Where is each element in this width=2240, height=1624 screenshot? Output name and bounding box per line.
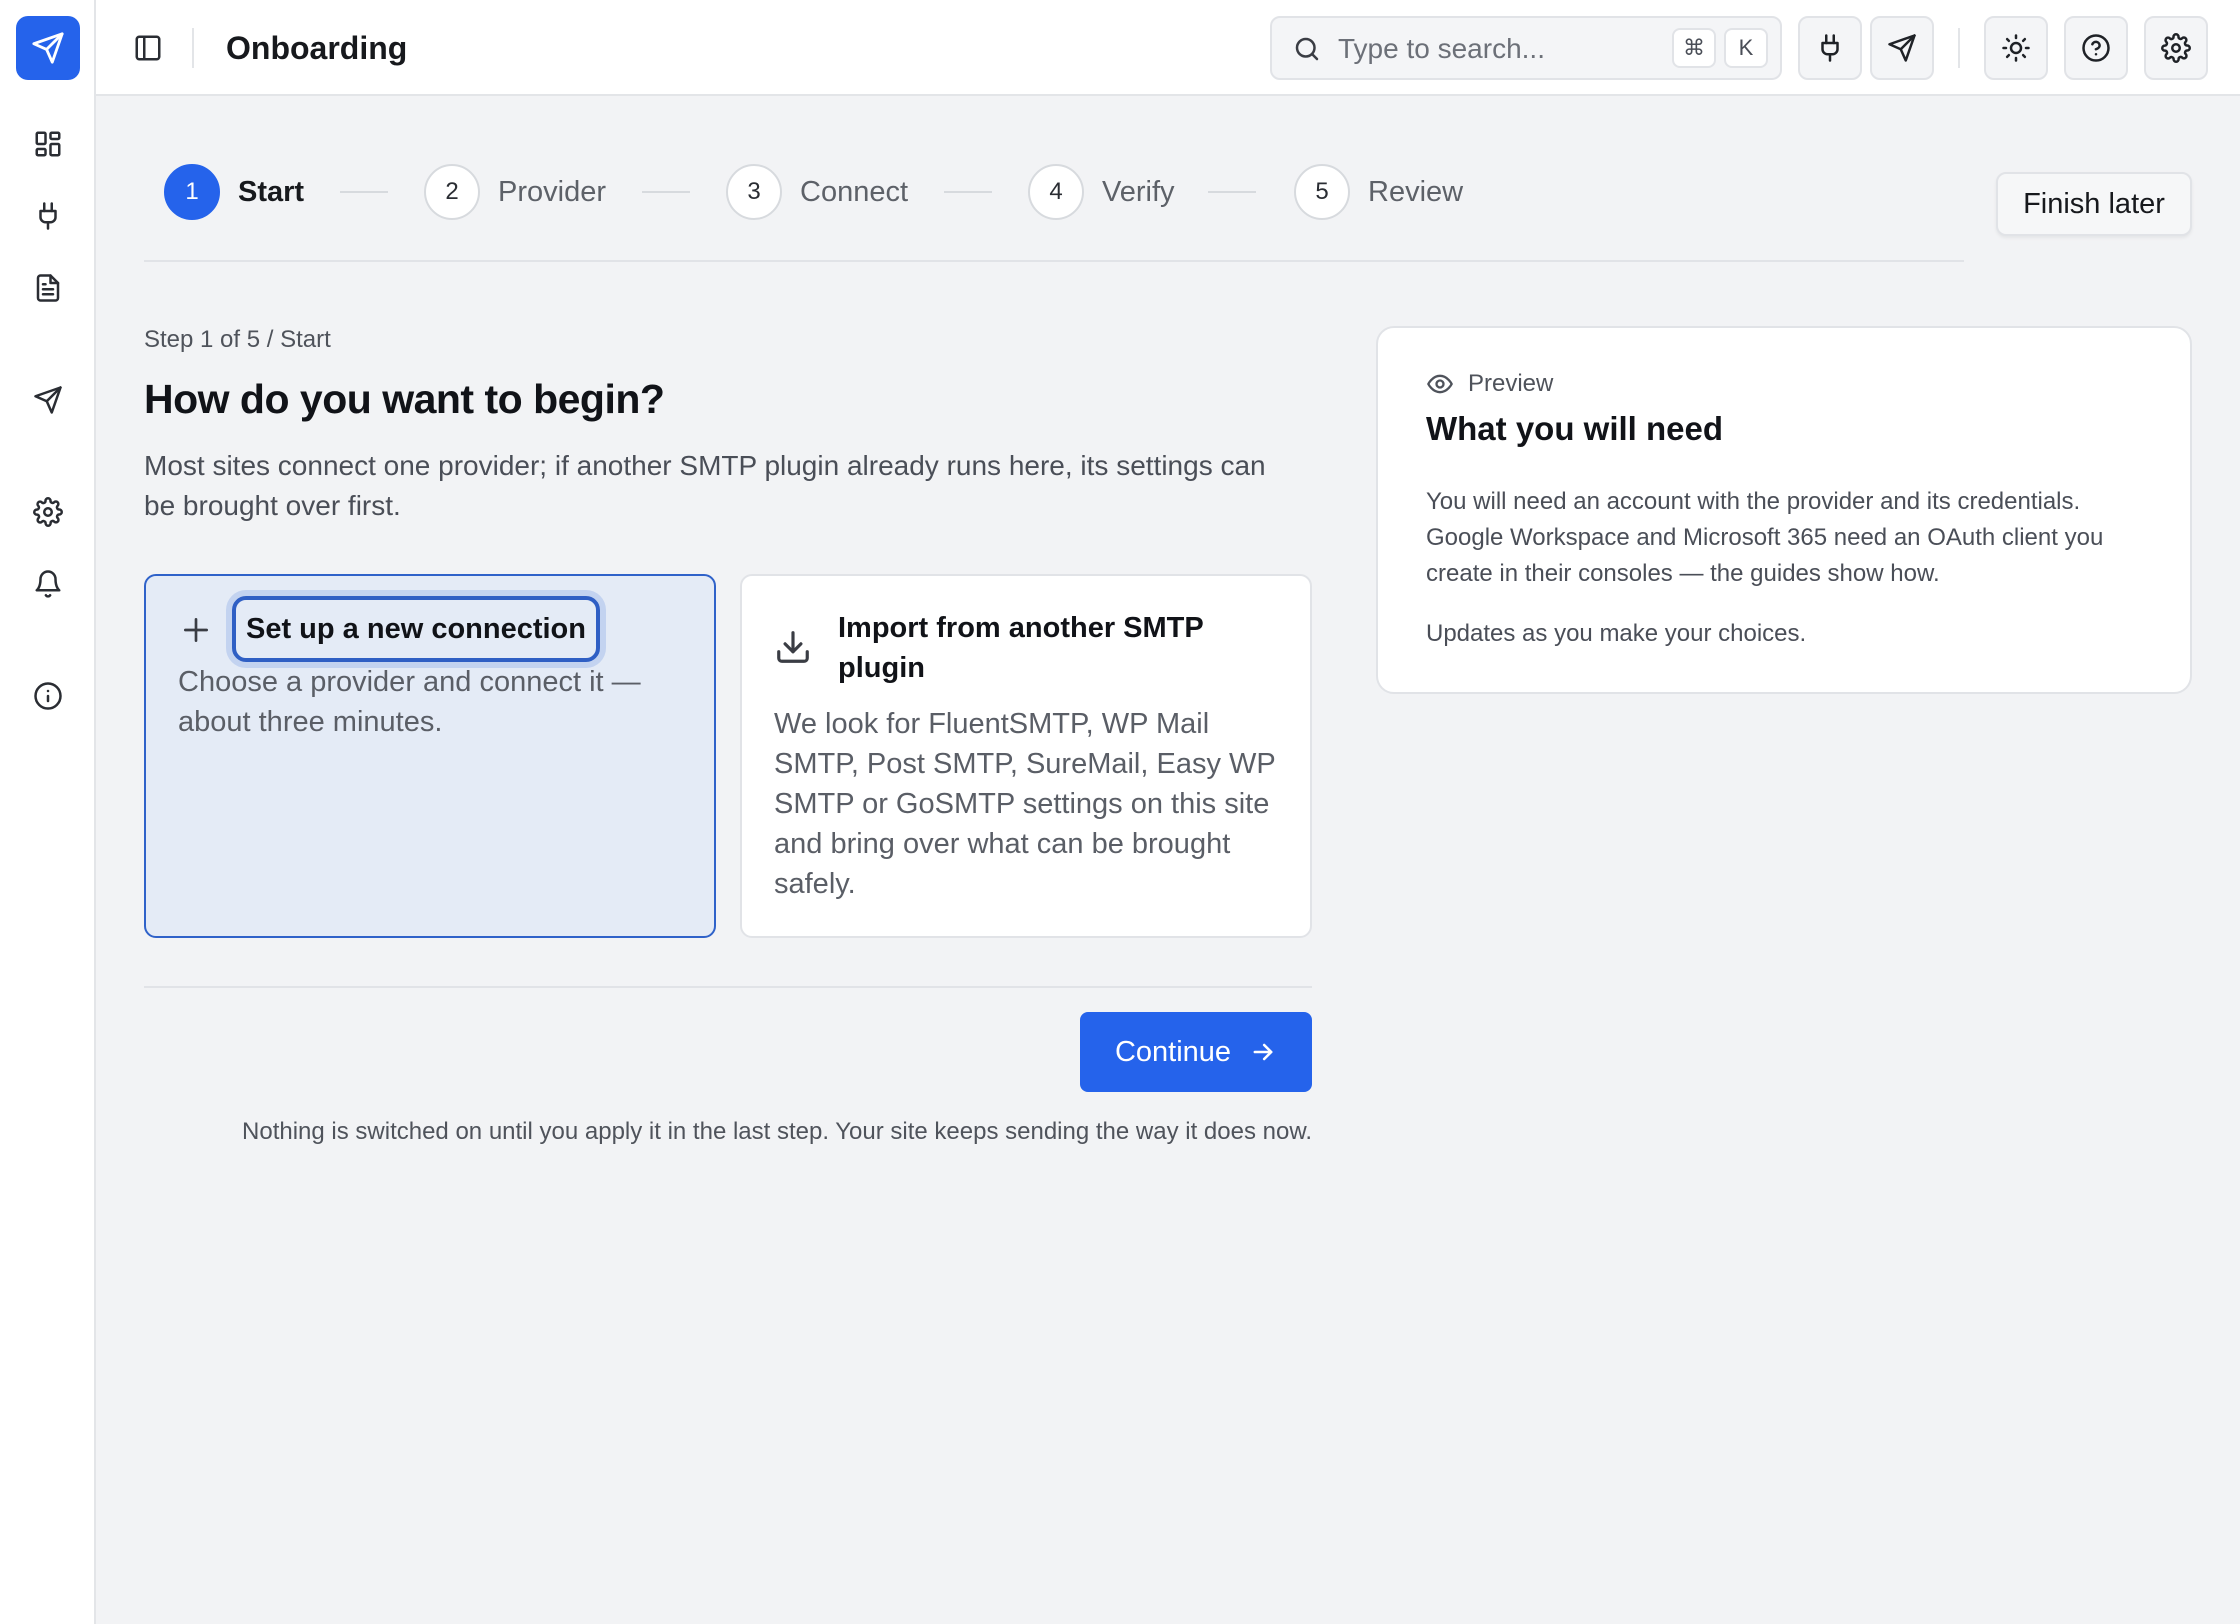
connections-button[interactable]: [1798, 16, 1862, 80]
sidebar-item-logs[interactable]: [24, 264, 72, 312]
help-icon: [2082, 34, 2110, 62]
sidebar-item-settings[interactable]: [24, 488, 72, 536]
sun-icon: [2002, 34, 2030, 62]
bell-icon: [35, 570, 61, 598]
preview-body: You will need an account with the provid…: [1426, 488, 2104, 587]
sidebar-item-dashboard[interactable]: [24, 120, 72, 168]
document-icon: [36, 274, 60, 302]
send-test-button[interactable]: [1870, 16, 1934, 80]
search-input[interactable]: Type to search... ⌘ K: [1270, 16, 1782, 80]
eye-icon: [1427, 374, 1453, 394]
step-number: 2: [424, 164, 480, 220]
step-connect[interactable]: 3 Connect: [726, 164, 908, 220]
option-title: Import from another SMTP plugin: [838, 612, 1204, 684]
option-import-plugin[interactable]: Import from another SMTP plugin We look …: [740, 574, 1312, 938]
page-title: Onboarding: [226, 30, 408, 66]
step-label: Review: [1368, 175, 1464, 208]
preview-title: What you will need: [1426, 410, 1724, 447]
gear-icon: [2161, 33, 2191, 63]
option-title: Set up a new connection: [246, 613, 586, 645]
sidebar-item-about[interactable]: [24, 672, 72, 720]
preview-kicker-label: Preview: [1468, 370, 1554, 397]
breadcrumb: Step 1 of 5 / Start: [144, 326, 331, 353]
plug-icon: [39, 202, 57, 230]
shortcut-k-key: K: [1724, 28, 1768, 68]
app-logo[interactable]: [16, 16, 80, 80]
preview-footer: Updates as you make your choices.: [1426, 620, 1807, 647]
option-description: We look for FluentSMTP, WP Mail SMTP, Po…: [774, 708, 1276, 900]
paper-plane-icon: [34, 386, 62, 414]
option-description: Choose a provider and connect it — about…: [178, 666, 641, 738]
info-icon: [34, 682, 62, 710]
finish-later-button[interactable]: Finish later: [1996, 172, 2192, 236]
step-number: 3: [726, 164, 782, 220]
panel-left-icon: [135, 35, 161, 61]
sidebar: [0, 0, 96, 1624]
step-label: Verify: [1102, 175, 1175, 208]
download-icon: [777, 631, 809, 663]
paper-plane-icon: [1888, 34, 1916, 62]
option-new-connection[interactable]: Set up a new connection Choose a provide…: [144, 574, 716, 938]
sidebar-item-notifications[interactable]: [24, 560, 72, 608]
step-label: Provider: [498, 175, 606, 208]
paper-plane-icon: [32, 32, 64, 64]
topbar: Onboarding Type to search... ⌘ K: [96, 0, 2240, 96]
page-heading: How do you want to begin?: [144, 376, 665, 422]
theme-toggle-button[interactable]: [1984, 16, 2048, 80]
step-start[interactable]: 1 Start: [164, 164, 304, 220]
step-review[interactable]: 5 Review: [1294, 164, 1463, 220]
footnote: Nothing is switched on until you apply i…: [242, 1118, 1312, 1145]
intro-text: Most sites connect one provider; if anot…: [144, 450, 1266, 521]
focus-ring: Set up a new connection: [232, 596, 600, 662]
step-label: Connect: [800, 175, 909, 208]
plus-icon: [184, 618, 208, 642]
step-number: 1: [164, 164, 220, 220]
plug-icon: [1821, 34, 1839, 62]
step-number: 5: [1294, 164, 1350, 220]
arrow-right-icon: [1253, 1043, 1273, 1061]
step-connector: [340, 191, 388, 193]
sidebar-toggle-button[interactable]: [126, 26, 170, 70]
divider: [1958, 28, 1960, 68]
divider: [192, 28, 194, 68]
stepper-divider: [144, 260, 1964, 262]
help-button[interactable]: [2064, 16, 2128, 80]
divider: [144, 986, 1312, 988]
step-connector: [1208, 191, 1256, 193]
search-placeholder: Type to search...: [1338, 33, 1545, 64]
step-connector: [944, 191, 992, 193]
shortcut-cmd-key: ⌘: [1672, 28, 1716, 68]
step-connector: [642, 191, 690, 193]
sidebar-item-connections[interactable]: [24, 192, 72, 240]
sidebar-item-send-test[interactable]: [24, 376, 72, 424]
step-verify[interactable]: 4 Verify: [1028, 164, 1175, 220]
step-label: Start: [238, 175, 305, 208]
continue-button[interactable]: Continue: [1080, 1012, 1312, 1092]
grid-icon: [35, 131, 61, 157]
step-number: 4: [1028, 164, 1084, 220]
preview-panel: Preview What you will need You will need…: [1376, 326, 2192, 694]
preview-kicker: Preview: [1426, 370, 1553, 398]
continue-label: Continue: [1114, 1035, 1232, 1068]
gear-icon: [33, 497, 63, 527]
settings-button[interactable]: [2144, 16, 2208, 80]
step-provider[interactable]: 2 Provider: [424, 164, 606, 220]
search-icon: [1295, 37, 1319, 61]
